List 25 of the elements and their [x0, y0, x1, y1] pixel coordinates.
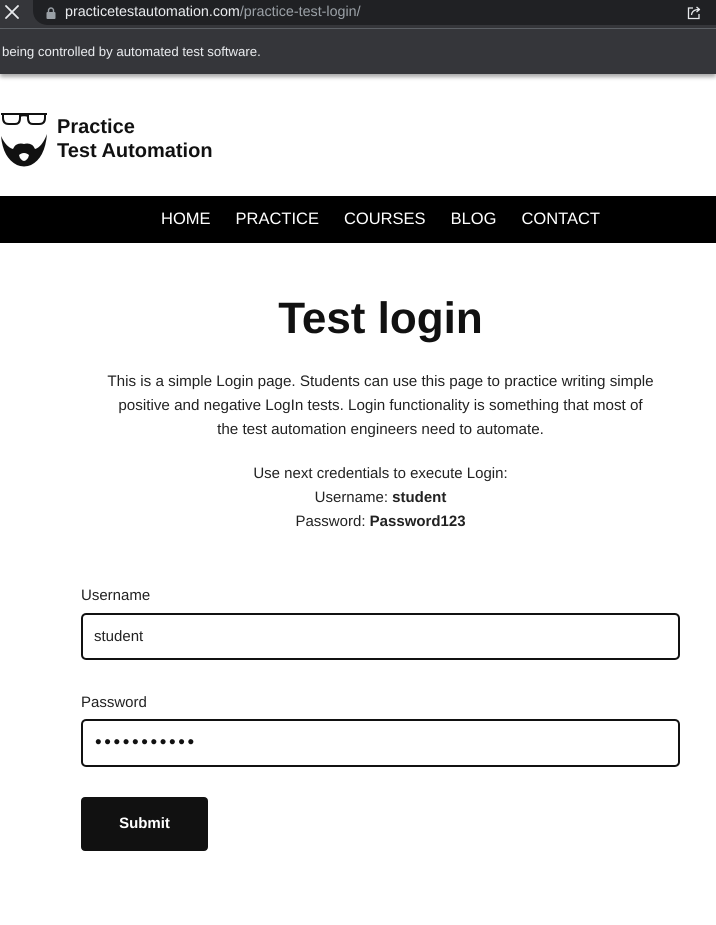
- field-label: Username: [81, 586, 150, 606]
- close-icon[interactable]: [5, 5, 19, 19]
- site-logo[interactable]: Practice Test Automation: [1, 112, 213, 166]
- nav-link[interactable]: BLOG: [450, 207, 496, 232]
- password-field[interactable]: •••••••••••: [81, 719, 680, 767]
- automation-warning-text: being controlled by automated test software.: [2, 42, 261, 61]
- address-bar[interactable]: practicetestautomation.com/practice-test-login/: [33, 0, 716, 25]
- page-title: Test login: [277, 293, 484, 345]
- share-icon[interactable]: [687, 5, 702, 20]
- lock-icon[interactable]: [46, 6, 56, 18]
- credentials-text: Password: Password123: [295, 512, 466, 532]
- nav-link[interactable]: CONTACT: [521, 207, 600, 232]
- nav-link[interactable]: COURSES: [344, 207, 426, 232]
- nav-link[interactable]: HOME: [161, 207, 211, 232]
- submit-button[interactable]: Submit: [81, 797, 208, 851]
- logo-text: Practice: [57, 115, 136, 139]
- intro-paragraph: This is a simple Login page. Students can use this page to practice writing simple positive and negative LogIn tests. Login functionality is something that most of the test automation engineers need to automate.: [106, 372, 654, 440]
- username-field[interactable]: student: [81, 613, 680, 660]
- field-label: Password: [81, 693, 147, 713]
- url-text: practicetestautomation.com/practice-test-login/: [65, 2, 361, 22]
- glasses-and-beard-icon: [1, 112, 47, 166]
- credentials-text: Use next credentials to execute Login:: [253, 464, 508, 484]
- credentials-text: Username: student: [314, 488, 446, 508]
- logo-text: Test Automation: [57, 139, 213, 163]
- nav-link[interactable]: PRACTICE: [236, 207, 319, 232]
